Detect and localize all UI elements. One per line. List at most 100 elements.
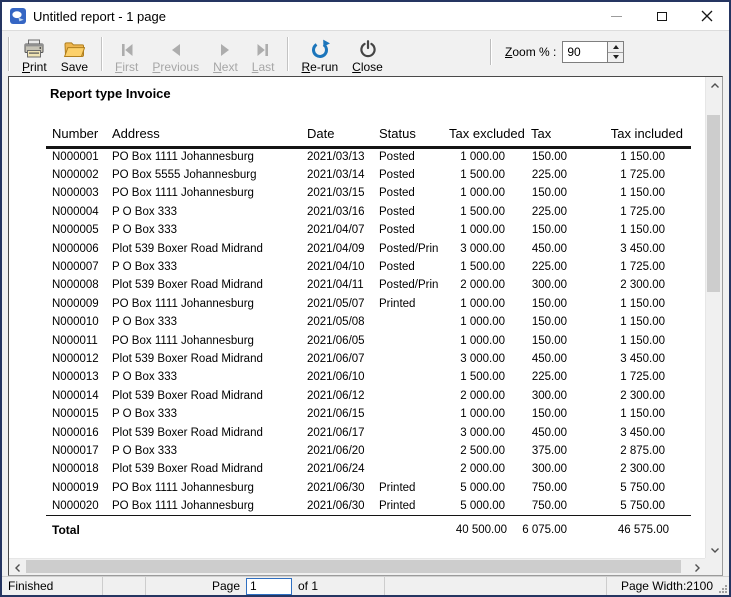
cell-address: Plot 539 Boxer Road Midrand — [112, 463, 263, 476]
cell-number: N000009 — [52, 297, 99, 310]
zoom-gripper — [490, 39, 492, 65]
cell-tax-included: 1 725.00 — [620, 205, 665, 218]
column-header-tax-included: Tax included — [569, 126, 691, 149]
minimize-button[interactable] — [594, 2, 639, 30]
cell-tax-excluded: 3 000.00 — [460, 426, 505, 439]
scroll-up-button[interactable] — [706, 77, 722, 94]
cell-number: N000002 — [52, 169, 99, 182]
report-page: Report type Invoice Number Address Date … — [9, 77, 705, 558]
next-page-button[interactable]: Next — [206, 33, 245, 75]
refresh-icon — [310, 37, 330, 59]
previous-page-button[interactable]: Previous — [145, 33, 206, 75]
table-row: N000018 Plot 539 Boxer Road Midrand 2021… — [46, 460, 691, 478]
cell-status — [379, 331, 449, 349]
cell-tax: 150.00 — [531, 408, 567, 421]
zoom-label: Zoom % : — [505, 45, 557, 59]
horizontal-scroll-thumb[interactable] — [26, 560, 681, 573]
table-row: N000011 PO Box 1111 Johannesburg 2021/06… — [46, 331, 691, 349]
cell-tax-included: 5 750.00 — [620, 481, 665, 494]
cell-number: N000016 — [52, 426, 99, 439]
next-label: Next — [213, 59, 238, 74]
cell-tax-excluded: 3 000.00 — [460, 242, 505, 255]
vertical-scroll-thumb[interactable] — [707, 115, 720, 292]
last-page-button[interactable]: Last — [245, 33, 282, 75]
last-label: Last — [251, 59, 275, 74]
page-of-label: of 1 — [298, 579, 319, 593]
page-number-input[interactable] — [246, 577, 292, 595]
close-report-button[interactable]: Close — [345, 33, 390, 75]
cell-tax-included: 1 150.00 — [620, 316, 665, 329]
table-row: N000005 P O Box 333 2021/04/07 Posted 1 … — [46, 221, 691, 239]
cell-address: P O Box 333 — [112, 205, 177, 218]
horizontal-scrollbar[interactable] — [9, 558, 705, 575]
spinner-up-icon — [612, 44, 619, 49]
close-window-button[interactable] — [684, 2, 729, 30]
cell-tax: 225.00 — [531, 169, 567, 182]
zoom-up-button[interactable] — [608, 42, 624, 52]
vertical-scrollbar[interactable] — [705, 77, 722, 558]
table-row: N000012 Plot 539 Boxer Road Midrand 2021… — [46, 350, 691, 368]
invoice-table-body: N000001 PO Box 1111 Johannesburg 2021/03… — [46, 148, 691, 516]
table-row: N000016 Plot 539 Boxer Road Midrand 2021… — [46, 423, 691, 441]
column-header-address: Address — [112, 126, 307, 149]
spinner-down-icon — [612, 55, 619, 60]
previous-page-icon — [167, 37, 185, 59]
resize-grip-icon[interactable] — [717, 583, 728, 594]
column-header-number: Number — [46, 126, 112, 149]
power-icon — [358, 37, 378, 59]
cell-tax-excluded: 1 500.00 — [460, 371, 505, 384]
cell-date: 2021/06/30 — [307, 481, 365, 494]
cell-number: N000005 — [52, 224, 99, 237]
zoom-input[interactable] — [563, 42, 608, 62]
cell-tax: 150.00 — [531, 187, 567, 200]
cell-tax: 750.00 — [531, 499, 567, 512]
cell-address: Plot 539 Boxer Road Midrand — [112, 426, 263, 439]
zoom-spin-buttons — [607, 42, 624, 62]
print-button[interactable]: Print — [15, 33, 54, 75]
invoice-table: Number Address Date Status Tax excluded … — [46, 126, 691, 537]
first-page-button[interactable]: First — [108, 33, 145, 75]
report-heading: Report type Invoice — [50, 86, 171, 101]
cell-address: PO Box 5555 Johannesburg — [112, 169, 257, 182]
table-row: N000002 PO Box 5555 Johannesburg 2021/03… — [46, 166, 691, 184]
table-row: N000014 Plot 539 Boxer Road Midrand 2021… — [46, 387, 691, 405]
cell-tax-excluded: 1 000.00 — [460, 187, 505, 200]
cell-address: PO Box 1111 Johannesburg — [112, 151, 254, 164]
maximize-button[interactable] — [639, 2, 684, 30]
scroll-left-button[interactable] — [9, 559, 26, 575]
cell-date: 2021/06/20 — [307, 444, 365, 457]
cell-tax-included: 2 300.00 — [620, 279, 665, 292]
cell-address: Plot 539 Boxer Road Midrand — [112, 242, 263, 255]
cell-status: Posted — [379, 224, 415, 237]
chevron-left-icon — [14, 563, 20, 572]
status-text: Finished — [8, 579, 54, 593]
zoom-group: Zoom % : — [488, 38, 625, 66]
cell-date: 2021/06/30 — [307, 499, 365, 512]
cell-date: 2021/04/07 — [307, 224, 365, 237]
cell-date: 2021/06/15 — [307, 408, 365, 421]
total-row: Total 40 500.00 6 075.00 46 575.00 — [46, 514, 691, 537]
window-controls — [594, 2, 729, 30]
zoom-down-button[interactable] — [608, 51, 624, 62]
next-page-icon — [216, 37, 234, 59]
cell-tax-included: 2 875.00 — [620, 444, 665, 457]
app-icon[interactable] — [10, 8, 26, 24]
cell-status: Posted/Prin — [379, 242, 439, 255]
cell-tax-excluded: 3 000.00 — [460, 352, 505, 365]
print-label: Print — [22, 59, 47, 74]
save-button[interactable]: Save — [54, 33, 95, 75]
previous-label: Previous — [152, 59, 200, 74]
cell-tax-excluded: 1 000.00 — [460, 224, 505, 237]
rerun-button[interactable]: Re-run — [294, 33, 345, 75]
cell-tax-included: 3 450.00 — [620, 426, 665, 439]
cell-address: PO Box 1111 Johannesburg — [112, 499, 254, 512]
toolbar: Print Save First Previous Next Last Re-r… — [2, 30, 729, 76]
cell-number: N000003 — [52, 187, 99, 200]
cell-status: Posted — [379, 205, 415, 218]
close-label: Close — [352, 59, 383, 74]
zoom-spinner — [562, 41, 625, 63]
cell-date: 2021/03/14 — [307, 169, 365, 182]
scroll-down-button[interactable] — [706, 541, 722, 558]
cell-tax-excluded: 2 000.00 — [460, 389, 505, 402]
scroll-right-button[interactable] — [688, 559, 705, 575]
